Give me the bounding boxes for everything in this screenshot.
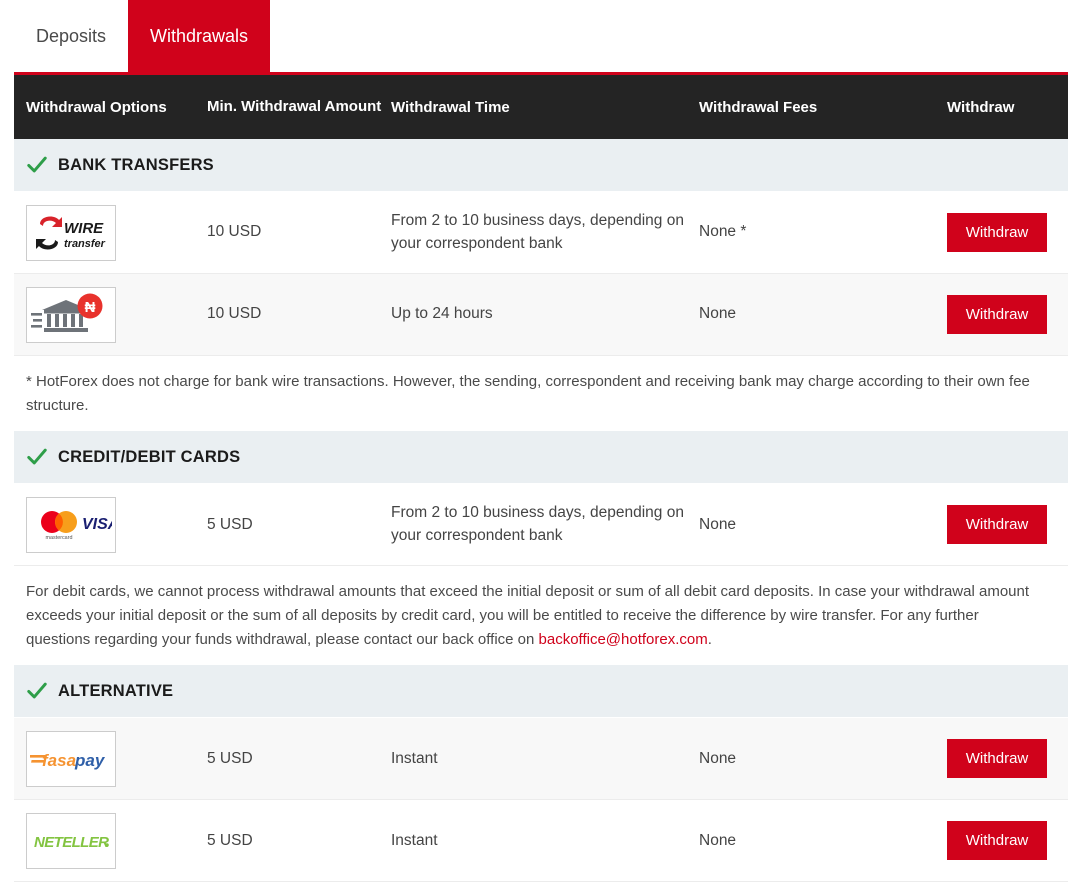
bank-transfer-note: * HotForex does not charge for bank wire… bbox=[14, 356, 1068, 432]
mastercard-wordmark: mastercard bbox=[46, 535, 73, 541]
withdrawal-time-cell: From 2 to 10 business days, depending on… bbox=[391, 502, 699, 547]
column-header-min-amount: Min. Withdrawal Amount bbox=[207, 97, 382, 115]
tab-deposits-label: Deposits bbox=[36, 25, 107, 46]
min-amount-value: 5 USD bbox=[207, 749, 253, 767]
tab-bar: Deposits Withdrawals bbox=[0, 0, 1082, 72]
min-amount-cell: 5 USD bbox=[207, 748, 391, 770]
withdraw-button[interactable]: Withdraw bbox=[947, 821, 1047, 861]
fasapay-part2: pay bbox=[74, 751, 106, 770]
section-header-alternative: ALTERNATIVE bbox=[14, 665, 1068, 719]
green-check-icon bbox=[27, 683, 47, 699]
green-check-icon bbox=[27, 449, 47, 465]
green-check-icon bbox=[27, 156, 47, 173]
withdraw-button[interactable]: Withdraw bbox=[947, 213, 1047, 252]
visa-wordmark: VISA bbox=[82, 516, 112, 533]
tab-withdrawals[interactable]: Withdrawals bbox=[128, 0, 271, 72]
withdrawal-fees-value: None bbox=[699, 305, 737, 323]
section-title: ALTERNATIVE bbox=[58, 681, 174, 700]
withdrawal-time-cell: Instant bbox=[391, 748, 699, 770]
section-title: CREDIT/DEBIT CARDS bbox=[58, 447, 241, 466]
neteller-logo: NETELLER bbox=[26, 812, 116, 869]
withdrawal-time-cell: Instant bbox=[391, 830, 699, 852]
backoffice-email-link[interactable]: backoffice@hotforex.com bbox=[539, 631, 708, 648]
min-amount-value: 5 USD bbox=[207, 515, 253, 533]
table-row: WIRE transfer 10 USD From 2 to 10 busine… bbox=[14, 192, 1068, 274]
min-amount-value: 5 USD bbox=[207, 831, 253, 849]
mastercard-visa-logo: mastercard VISA bbox=[26, 496, 116, 553]
withdrawal-fees-value: None bbox=[699, 831, 737, 849]
withdrawal-time-value: From 2 to 10 business days, depending on… bbox=[391, 212, 684, 252]
method-logo-cell: mastercard VISA bbox=[14, 496, 207, 553]
withdraw-button[interactable]: Withdraw bbox=[947, 505, 1047, 545]
table-row: NETELLER 5 USD Instant None Withdraw bbox=[14, 800, 1068, 882]
withdraw-action-cell: Withdraw bbox=[947, 213, 1068, 252]
column-header-withdrawal-fees: Withdrawal Fees bbox=[699, 98, 818, 116]
withdrawal-time-cell: Up to 24 hours bbox=[391, 303, 699, 325]
withdrawal-time-cell: From 2 to 10 business days, depending on… bbox=[391, 210, 699, 255]
withdrawal-methods-table: Withdrawal Options Min. Withdrawal Amoun… bbox=[0, 72, 1082, 882]
withdraw-action-cell: Withdraw bbox=[947, 739, 1068, 779]
fasapay-part1: fasa bbox=[42, 751, 76, 770]
method-logo-cell: NETELLER bbox=[14, 812, 207, 869]
withdrawal-fees-cell: None bbox=[699, 748, 947, 770]
column-header-withdraw: Withdraw bbox=[947, 98, 1015, 116]
withdrawal-time-value: From 2 to 10 business days, depending on… bbox=[391, 504, 684, 544]
min-amount-cell: 5 USD bbox=[207, 514, 391, 536]
withdrawal-fees-cell: None bbox=[699, 303, 947, 325]
withdrawal-fees-value: None bbox=[699, 749, 737, 767]
min-amount-value: 10 USD bbox=[207, 223, 262, 241]
withdraw-action-cell: Withdraw bbox=[947, 295, 1068, 334]
tab-withdrawals-label: Withdrawals bbox=[150, 25, 249, 46]
column-header-withdrawal-options: Withdrawal Options bbox=[26, 98, 167, 116]
tab-deposits[interactable]: Deposits bbox=[14, 0, 129, 72]
neteller-wordmark: NETELLER bbox=[34, 834, 109, 851]
min-amount-cell: 5 USD bbox=[207, 830, 391, 852]
table-row: fasa pay 5 USD Instant None Withdraw bbox=[14, 718, 1068, 801]
withdrawal-fees-value: None bbox=[699, 515, 737, 533]
method-logo-cell: ₦ bbox=[14, 286, 207, 343]
min-amount-value: 10 USD bbox=[207, 305, 262, 323]
wire-transfer-logo: WIRE transfer bbox=[26, 204, 116, 261]
credit-card-note-after: . bbox=[707, 630, 712, 648]
svg-text:WIRE: WIRE bbox=[64, 220, 104, 237]
table-row: mastercard VISA 5 USD From 2 to 10 busin… bbox=[14, 484, 1068, 567]
column-header-withdrawal-time: Withdrawal Time bbox=[391, 98, 510, 116]
withdraw-button[interactable]: Withdraw bbox=[947, 295, 1047, 334]
naira-symbol: ₦ bbox=[85, 299, 96, 316]
withdrawal-fees-cell: None bbox=[699, 514, 947, 536]
withdrawal-time-value: Instant bbox=[391, 749, 438, 767]
withdrawal-time-value: Instant bbox=[391, 831, 438, 849]
method-logo-cell: fasa pay bbox=[14, 730, 207, 787]
bank-naira-logo: ₦ bbox=[26, 286, 116, 343]
fasapay-logo: fasa pay bbox=[26, 730, 116, 787]
section-title: BANK TRANSFERS bbox=[58, 155, 214, 174]
svg-text:transfer: transfer bbox=[64, 238, 106, 250]
section-header-credit-debit-cards: CREDIT/DEBIT CARDS bbox=[14, 431, 1068, 485]
table-row: ₦ 10 USD Up to 24 hours None Withdraw bbox=[14, 274, 1068, 356]
withdrawal-fees-value: None * bbox=[699, 223, 747, 241]
withdrawal-fees-cell: None * bbox=[699, 221, 947, 243]
withdrawal-time-value: Up to 24 hours bbox=[391, 305, 493, 323]
credit-card-note-before: For debit cards, we cannot process withd… bbox=[26, 583, 1030, 648]
table-header-row: Withdrawal Options Min. Withdrawal Amoun… bbox=[14, 72, 1068, 139]
section-header-bank-transfers: BANK TRANSFERS bbox=[14, 139, 1068, 192]
min-amount-cell: 10 USD bbox=[207, 221, 391, 243]
withdraw-button[interactable]: Withdraw bbox=[947, 739, 1047, 779]
withdrawal-fees-cell: None bbox=[699, 830, 947, 852]
withdraw-action-cell: Withdraw bbox=[947, 505, 1068, 545]
withdraw-action-cell: Withdraw bbox=[947, 821, 1068, 861]
method-logo-cell: WIRE transfer bbox=[14, 204, 207, 261]
credit-card-note: For debit cards, we cannot process withd… bbox=[14, 566, 1068, 666]
min-amount-cell: 10 USD bbox=[207, 303, 391, 325]
